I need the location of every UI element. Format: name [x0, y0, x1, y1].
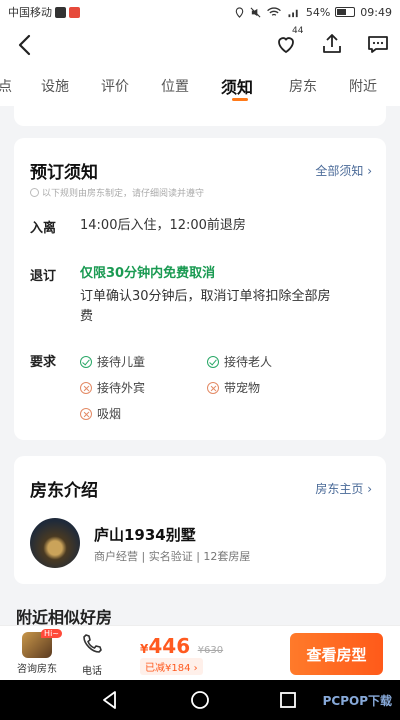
status-bar: 中国移动 54% 09:49: [0, 0, 400, 24]
active-tab-indicator: [232, 98, 248, 101]
share-button[interactable]: [320, 32, 344, 56]
checkin-label: 入离: [30, 221, 57, 236]
host-name[interactable]: 庐山1934别墅: [94, 524, 196, 545]
bottom-action-bar: Hi~ 咨询房东 电话 ¥446 ¥630 已减¥184 › 查看房型: [0, 625, 400, 680]
price-block: ¥446 ¥630: [140, 634, 223, 658]
section-tabs: 点 设施 评价 位置 须知 房东 附近: [0, 66, 400, 106]
tab-nearby[interactable]: 附近: [349, 76, 377, 96]
phone-icon: [83, 634, 102, 653]
tab-location[interactable]: 位置: [161, 76, 189, 96]
tab-notice[interactable]: 须知: [221, 74, 253, 98]
host-thumbnail: Hi~: [22, 629, 62, 658]
consult-host-button[interactable]: Hi~ 咨询房东: [14, 629, 62, 675]
app-notification-icon: [69, 6, 80, 18]
location-icon: [235, 6, 244, 18]
watermark-logo: PCPOP下载: [322, 694, 392, 708]
cross-circle-icon: [207, 381, 219, 394]
favorite-button[interactable]: 44: [274, 26, 303, 56]
phone-label: 电话: [82, 666, 102, 677]
nav-back-icon[interactable]: [98, 688, 122, 712]
signal-icon: [288, 9, 298, 17]
previous-card: [14, 106, 386, 126]
back-arrow-icon[interactable]: [14, 32, 38, 58]
requirement-smoking: 吸烟: [80, 405, 121, 422]
tab-partial[interactable]: 点: [0, 76, 12, 96]
requirement-pets: 带宠物: [207, 379, 260, 396]
cancel-policy-line1: 订单确认30分钟后，取消订单将扣除全部房: [80, 289, 331, 304]
tab-reviews[interactable]: 评价: [101, 76, 129, 96]
all-rules-link[interactable]: 全部须知 ›: [315, 162, 372, 179]
cross-circle-icon: [80, 381, 92, 394]
cancel-policy-line2: 费: [80, 309, 94, 324]
mute-icon: [250, 7, 261, 17]
carrier-label: 中国移动: [8, 6, 52, 19]
nav-recents-icon[interactable]: [276, 688, 300, 712]
rules-note: 以下规则由房东制定，请仔细阅读并遵守: [30, 186, 204, 199]
rules-note-text: 以下规则由房东制定，请仔细阅读并遵守: [42, 189, 205, 199]
checkin-text: 14:00后入住，12:00前退房: [80, 218, 246, 233]
phone-button[interactable]: 电话: [76, 632, 108, 677]
tab-host[interactable]: 房东: [289, 76, 317, 96]
message-button[interactable]: [366, 32, 390, 56]
discount-badge[interactable]: 已减¥184 ›: [140, 658, 203, 675]
requirement-elderly: 接待老人: [207, 353, 272, 370]
message-icon: [368, 36, 388, 53]
cross-circle-icon: [80, 407, 92, 420]
battery-icon: [335, 7, 356, 17]
check-circle-icon: [207, 355, 219, 368]
notification-icon: [55, 6, 66, 18]
host-meta: 商户经营 | 实名验证 | 12套房屋: [94, 550, 251, 563]
hi-badge: Hi~: [41, 629, 62, 638]
consult-label: 咨询房东: [17, 664, 57, 675]
share-icon: [323, 34, 341, 53]
view-rooms-button[interactable]: 查看房型: [290, 633, 383, 675]
cancel-label: 退订: [30, 269, 57, 284]
wifi-icon: [266, 6, 281, 16]
nav-home-icon[interactable]: [188, 688, 212, 712]
battery-percent: 54%: [305, 5, 331, 19]
booking-rules-title: 预订须知: [30, 163, 98, 183]
current-price: ¥446: [140, 634, 191, 658]
host-avatar[interactable]: [30, 518, 80, 568]
nav-bar: 44: [0, 24, 400, 66]
host-card: 房东介绍 房东主页 › 庐山1934别墅 商户经营 | 实名验证 | 12套房屋: [14, 456, 386, 584]
host-homepage-link[interactable]: 房东主页 ›: [315, 480, 372, 497]
tab-facilities[interactable]: 设施: [41, 76, 69, 96]
system-nav-bar: PCPOP下载: [0, 680, 400, 720]
clock: 09:49: [360, 5, 392, 19]
cancel-highlight: 仅限30分钟内免费取消: [80, 266, 216, 281]
requirement-foreigners: 接待外宾: [80, 379, 145, 396]
requirement-children: 接待儿童: [80, 353, 145, 370]
requirements-label: 要求: [30, 355, 57, 370]
host-section-title: 房东介绍: [30, 481, 98, 501]
favorite-count: 44: [292, 26, 304, 36]
info-icon: [30, 188, 39, 197]
original-price: ¥630: [197, 645, 224, 656]
check-circle-icon: [80, 355, 92, 368]
booking-rules-card: 预订须知 全部须知 › 以下规则由房东制定，请仔细阅读并遵守 入离 14:00后…: [14, 138, 386, 440]
